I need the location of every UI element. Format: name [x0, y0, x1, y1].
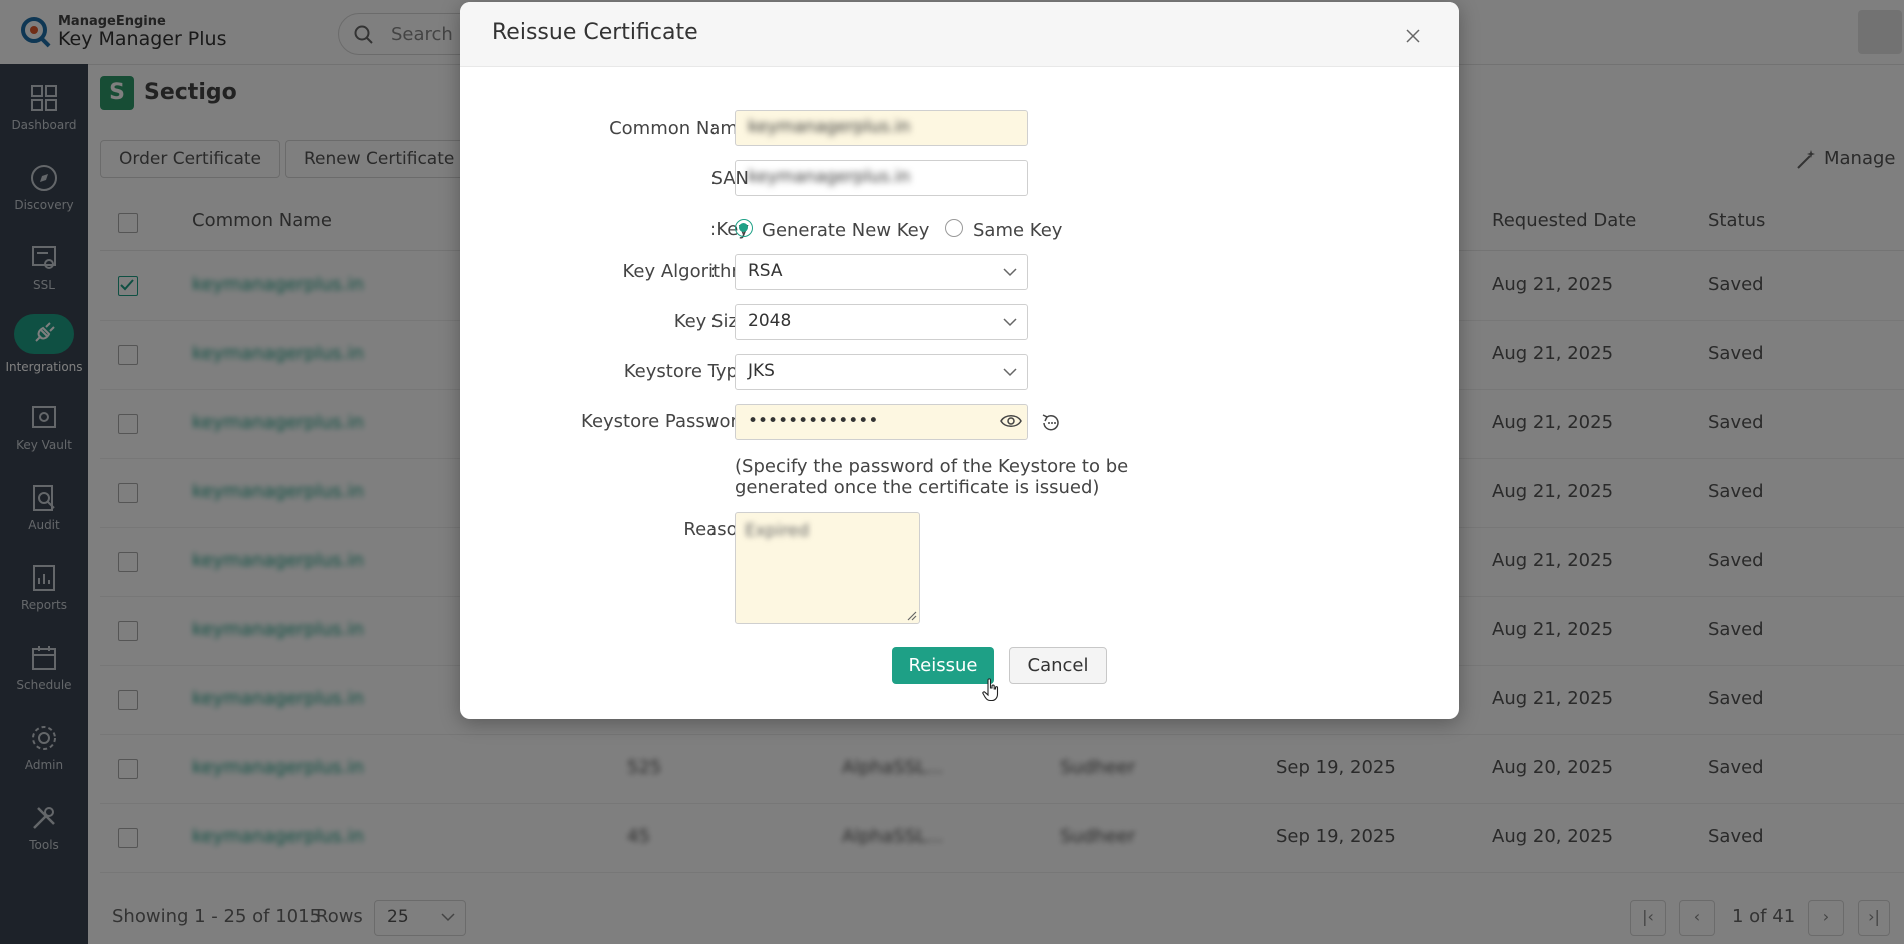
reason-value: Expired: [745, 521, 810, 541]
cancel-button[interactable]: Cancel: [1009, 647, 1107, 684]
chevron-down-icon: [1003, 318, 1017, 327]
key-algorithm-value: RSA: [748, 261, 783, 281]
common-name-input[interactable]: keymanagerplus.in: [735, 110, 1028, 146]
key-algorithm-label: Key Algorithm: [622, 261, 749, 282]
colon: :: [710, 361, 717, 382]
common-name-label: Common Name: [609, 118, 749, 139]
key-size-select[interactable]: 2048: [735, 304, 1028, 340]
generate-new-key-label[interactable]: Generate New Key: [762, 220, 929, 241]
same-key-radio[interactable]: [945, 219, 963, 237]
keystore-type-select[interactable]: JKS: [735, 354, 1028, 390]
colon: :: [710, 219, 717, 240]
generate-password-icon[interactable]: [1041, 413, 1061, 433]
keystore-type-value: JKS: [748, 361, 775, 381]
dialog-title: Reissue Certificate: [492, 20, 698, 45]
colon: :: [710, 118, 717, 139]
colon: :: [710, 311, 717, 332]
reason-textarea[interactable]: Expired: [735, 512, 920, 624]
same-key-label[interactable]: Same Key: [973, 220, 1062, 241]
keystore-type-label: Keystore Type: [623, 361, 749, 382]
close-icon[interactable]: [1403, 26, 1423, 46]
keystore-password-value: •••••••••••••: [748, 411, 879, 431]
keystore-password-input[interactable]: •••••••••••••: [735, 404, 1028, 440]
san-input[interactable]: keymanagerplus.in: [735, 160, 1028, 196]
show-password-eye-icon[interactable]: [1000, 413, 1022, 429]
colon: :: [710, 519, 717, 540]
dialog-header: Reissue Certificate: [460, 2, 1459, 67]
keystore-password-hint: (Specify the password of the Keystore to…: [735, 456, 1129, 498]
chevron-down-icon: [1003, 368, 1017, 377]
colon: :: [710, 261, 717, 282]
colon: :: [710, 411, 717, 432]
generate-new-key-radio[interactable]: [735, 219, 753, 237]
chevron-down-icon: [1003, 268, 1017, 277]
reissue-certificate-dialog: Reissue Certificate Common Name : keyman…: [460, 2, 1459, 719]
san-value: keymanagerplus.in: [748, 167, 911, 187]
colon: :: [710, 168, 717, 189]
common-name-value: keymanagerplus.in: [748, 117, 911, 137]
reissue-button[interactable]: Reissue: [892, 647, 994, 684]
key-size-value: 2048: [748, 311, 792, 331]
key-algorithm-select[interactable]: RSA: [735, 254, 1028, 290]
mouse-pointer-icon: [982, 678, 999, 702]
resize-handle-icon[interactable]: [907, 611, 917, 621]
keystore-password-label: Keystore Password: [581, 411, 749, 432]
